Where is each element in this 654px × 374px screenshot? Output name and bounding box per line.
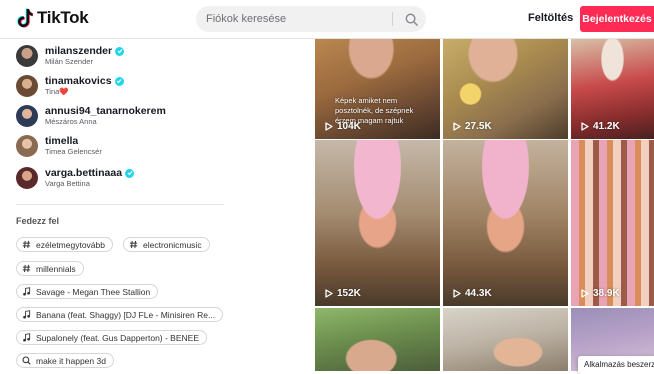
avatar [16,45,38,67]
chip-label: millennials [36,263,76,274]
discover-search[interactable]: make it happen 3d [16,353,114,368]
video-thumbnail[interactable]: 41.2K [571,39,654,139]
chip-label: Savage - Megan Thee Stallion [36,286,151,297]
view-count-text: 44.3K [465,288,492,299]
view-count-text: 27.5K [465,121,492,132]
logo-text: TikTok [37,8,89,27]
play-icon [581,289,589,298]
suggested-account[interactable]: varga.bettinaaa Varga Bettina [16,164,135,192]
suggested-account[interactable]: milanszender Milán Szender [16,42,125,70]
avatar [16,75,38,97]
chip-label: Supalonely (feat. Gus Dapperton) - BENEE [36,332,199,343]
verified-icon [125,168,135,178]
account-display-name: Milán Szender [45,57,93,67]
search-divider [392,12,393,26]
account-display-name: Timea Gelencsér [45,147,102,157]
video-thumbnail[interactable]: Képek amiket nem posztolnék, de szépnek … [315,39,440,139]
discover-music[interactable]: Savage - Megan Thee Stallion [16,284,159,299]
sidebar: milanszender Milán Szender tinamakovics … [0,39,230,371]
verified-icon [114,76,124,86]
video-thumbnail[interactable]: 44.3K [443,140,568,306]
search-icon [22,356,31,365]
discover-hashtag[interactable]: electronicmusic [123,237,210,252]
video-thumbnail[interactable] [443,308,568,371]
video-thumbnail[interactable]: 38.9K [571,140,654,306]
play-icon [453,122,461,131]
discover-hashtag[interactable]: ezéletmegytovább [16,237,113,252]
upload-link[interactable]: Feltöltés [528,12,573,24]
music-note-icon [23,310,31,319]
view-count: 44.3K [453,288,492,299]
search-input[interactable] [206,6,386,32]
sidebar-divider [16,204,224,205]
view-count: 27.5K [453,121,492,132]
video-thumbnail[interactable]: 152K [315,140,440,306]
hashtag-icon [22,264,31,273]
play-icon [453,289,461,298]
music-note-icon [23,333,31,342]
account-username: varga.bettinaaa [45,166,123,179]
play-icon [581,122,589,131]
video-thumbnail[interactable]: 27.5K [443,39,568,139]
chip-label: Banana (feat. Shaggy) [DJ FLe - Minisire… [36,309,216,320]
account-username: tinamakovics [45,74,112,87]
account-username: timella [45,134,79,147]
tiktok-logo[interactable]: TikTok [17,8,89,28]
view-count-text: 104K [337,121,361,132]
view-count-text: 38.9K [593,288,620,299]
music-note-icon [23,287,31,296]
avatar [16,105,38,127]
discover-heading: Fedezz fel [16,216,60,226]
chip-label: electronicmusic [143,239,202,250]
search-icon [405,13,418,26]
hashtag-icon [22,240,31,249]
view-count-text: 152K [337,288,361,299]
hashtag-icon [129,240,138,249]
account-username: milanszender [45,44,113,57]
account-display-name: Mészáros Anna [45,117,97,127]
view-count: 38.9K [581,288,620,299]
discover-music[interactable]: Banana (feat. Shaggy) [DJ FLe - Minisire… [16,307,224,322]
suggested-account[interactable]: timella Timea Gelencsér [16,132,102,160]
view-count: 41.2K [581,121,620,132]
play-icon [325,289,333,298]
account-display-name: Varga Bettina [45,179,90,189]
account-display-name: Tina❤️ [45,87,69,97]
suggested-account[interactable]: tinamakovics Tina❤️ [16,72,124,100]
tiktok-logo-icon [17,8,33,28]
view-count-text: 41.2K [593,121,620,132]
login-button[interactable]: Bejelentkezés [580,6,654,32]
search-bar [196,6,426,32]
view-count: 152K [325,288,361,299]
chip-label: make it happen 3d [36,355,106,366]
video-thumbnail[interactable] [315,308,440,371]
account-username: annusi94_tanarnokerem [45,104,166,117]
top-header: TikTok Feltöltés Bejelentkezés [0,0,654,39]
search-button[interactable] [397,6,426,32]
verified-icon [115,46,125,56]
chip-label: ezéletmegytovább [36,239,105,250]
discover-music[interactable]: Supalonely (feat. Gus Dapperton) - BENEE [16,330,207,345]
suggested-account[interactable]: annusi94_tanarnokerem Mészáros Anna [16,102,166,130]
play-icon [325,122,333,131]
get-app-popup[interactable]: Alkalmazás beszerzése [578,356,654,374]
view-count: 104K [325,121,361,132]
avatar [16,167,38,189]
discover-hashtag[interactable]: millennials [16,261,84,276]
avatar [16,135,38,157]
